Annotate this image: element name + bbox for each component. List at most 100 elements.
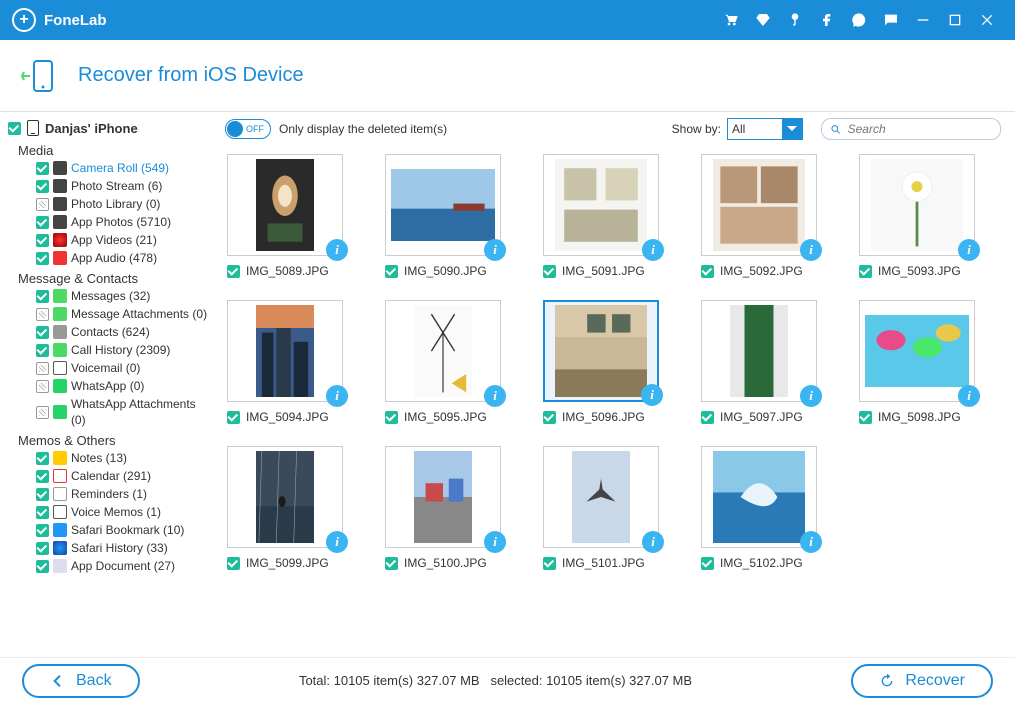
thumbnail-scroll[interactable]: iIMG_5089.JPGiIMG_5090.JPGiIMG_5091.JPGi… xyxy=(215,144,1015,657)
sidebar-item[interactable]: Voice Memos (1) xyxy=(8,503,213,521)
search-input[interactable] xyxy=(848,122,992,136)
thumbnail[interactable]: iIMG_5101.JPG xyxy=(543,446,673,570)
sidebar-item-checkbox[interactable] xyxy=(36,406,49,419)
thumbnail[interactable]: iIMG_5098.JPG xyxy=(859,300,989,424)
back-button[interactable]: Back xyxy=(22,664,140,698)
sidebar-item-checkbox[interactable] xyxy=(36,216,49,229)
thumbnail[interactable]: iIMG_5096.JPG xyxy=(543,300,673,424)
sidebar-item-checkbox[interactable] xyxy=(36,344,49,357)
sidebar-item[interactable]: Camera Roll (549) xyxy=(8,159,213,177)
sidebar-item[interactable]: Safari History (33) xyxy=(8,539,213,557)
thumbnail[interactable]: iIMG_5095.JPG xyxy=(385,300,515,424)
info-icon[interactable]: i xyxy=(484,531,506,553)
sidebar-item[interactable]: WhatsApp Attachments (0) xyxy=(8,395,213,429)
sidebar-item[interactable]: Photo Stream (6) xyxy=(8,177,213,195)
sidebar-item[interactable]: App Audio (478) xyxy=(8,249,213,267)
thumbnail-frame[interactable]: i xyxy=(859,154,975,256)
device-row[interactable]: Danjas' iPhone xyxy=(8,117,213,139)
sidebar-item[interactable]: Notes (13) xyxy=(8,449,213,467)
info-icon[interactable]: i xyxy=(642,531,664,553)
thumbnail-frame[interactable]: i xyxy=(701,446,817,548)
thumbnail-checkbox[interactable] xyxy=(227,557,240,570)
feedback-icon[interactable] xyxy=(881,10,901,30)
thumbnail-frame[interactable]: i xyxy=(385,154,501,256)
sidebar-item[interactable]: App Photos (5710) xyxy=(8,213,213,231)
info-icon[interactable]: i xyxy=(484,385,506,407)
thumbnail-frame[interactable]: i xyxy=(227,446,343,548)
facebook-icon[interactable] xyxy=(817,10,837,30)
thumbnail-checkbox[interactable] xyxy=(859,265,872,278)
device-checkbox[interactable] xyxy=(8,122,21,135)
sidebar-item[interactable]: Photo Library (0) xyxy=(8,195,213,213)
sidebar-item[interactable]: Safari Bookmark (10) xyxy=(8,521,213,539)
sidebar-item-checkbox[interactable] xyxy=(36,560,49,573)
thumbnail-frame[interactable]: i xyxy=(701,300,817,402)
sidebar-item[interactable]: Contacts (624) xyxy=(8,323,213,341)
thumbnail[interactable]: iIMG_5102.JPG xyxy=(701,446,831,570)
thumbnail[interactable]: iIMG_5093.JPG xyxy=(859,154,989,278)
info-icon[interactable]: i xyxy=(326,531,348,553)
sidebar-item-checkbox[interactable] xyxy=(36,234,49,247)
thumbnail-checkbox[interactable] xyxy=(543,557,556,570)
deleted-only-toggle[interactable]: OFF xyxy=(225,119,271,139)
recover-button[interactable]: Recover xyxy=(851,664,993,698)
thumbnail[interactable]: iIMG_5094.JPG xyxy=(227,300,357,424)
thumbnail-frame[interactable]: i xyxy=(859,300,975,402)
sidebar-item-checkbox[interactable] xyxy=(36,180,49,193)
sidebar-item[interactable]: Messages (32) xyxy=(8,287,213,305)
sidebar-item-checkbox[interactable] xyxy=(36,380,49,393)
thumbnail-checkbox[interactable] xyxy=(543,411,556,424)
sidebar-item-checkbox[interactable] xyxy=(36,198,49,211)
sidebar-item-checkbox[interactable] xyxy=(36,326,49,339)
sidebar-item-checkbox[interactable] xyxy=(36,542,49,555)
sidebar-item[interactable]: Call History (2309) xyxy=(8,341,213,359)
sidebar-item[interactable]: Message Attachments (0) xyxy=(8,305,213,323)
thumbnail-checkbox[interactable] xyxy=(227,411,240,424)
thumbnail-frame[interactable]: i xyxy=(543,446,659,548)
sidebar-item[interactable]: App Videos (21) xyxy=(8,231,213,249)
key-icon[interactable] xyxy=(785,10,805,30)
sidebar-item-checkbox[interactable] xyxy=(36,362,49,375)
sidebar-item-checkbox[interactable] xyxy=(36,470,49,483)
info-icon[interactable]: i xyxy=(800,385,822,407)
thumbnail-frame[interactable]: i xyxy=(227,300,343,402)
sidebar-item-checkbox[interactable] xyxy=(36,524,49,537)
thumbnail[interactable]: iIMG_5089.JPG xyxy=(227,154,357,278)
thumbnail[interactable]: iIMG_5097.JPG xyxy=(701,300,831,424)
info-icon[interactable]: i xyxy=(800,531,822,553)
info-icon[interactable]: i xyxy=(326,239,348,261)
info-icon[interactable]: i xyxy=(642,239,664,261)
maximize-icon[interactable] xyxy=(945,10,965,30)
close-icon[interactable] xyxy=(977,10,997,30)
thumbnail-frame[interactable]: i xyxy=(543,300,659,402)
thumbnail-checkbox[interactable] xyxy=(701,265,714,278)
thumbnail-checkbox[interactable] xyxy=(701,557,714,570)
sidebar-item-checkbox[interactable] xyxy=(36,506,49,519)
sidebar-item-checkbox[interactable] xyxy=(36,308,49,321)
sidebar-item[interactable]: Voicemail (0) xyxy=(8,359,213,377)
sidebar-item-checkbox[interactable] xyxy=(36,290,49,303)
thumbnail[interactable]: iIMG_5090.JPG xyxy=(385,154,515,278)
thumbnail[interactable]: iIMG_5099.JPG xyxy=(227,446,357,570)
info-icon[interactable]: i xyxy=(958,239,980,261)
thumbnail-checkbox[interactable] xyxy=(385,557,398,570)
sidebar-item-checkbox[interactable] xyxy=(36,452,49,465)
info-icon[interactable]: i xyxy=(641,384,663,406)
info-icon[interactable]: i xyxy=(958,385,980,407)
info-icon[interactable]: i xyxy=(800,239,822,261)
thumbnail-checkbox[interactable] xyxy=(543,265,556,278)
thumbnail-checkbox[interactable] xyxy=(385,411,398,424)
thumbnail-frame[interactable]: i xyxy=(227,154,343,256)
sidebar-item[interactable]: Calendar (291) xyxy=(8,467,213,485)
thumbnail-frame[interactable]: i xyxy=(385,300,501,402)
thumbnail-checkbox[interactable] xyxy=(227,265,240,278)
thumbnail-frame[interactable]: i xyxy=(701,154,817,256)
sidebar-item-checkbox[interactable] xyxy=(36,252,49,265)
thumbnail-checkbox[interactable] xyxy=(385,265,398,278)
search-box[interactable] xyxy=(821,118,1001,140)
thumbnail-frame[interactable]: i xyxy=(385,446,501,548)
sidebar-item-checkbox[interactable] xyxy=(36,162,49,175)
thumbnail[interactable]: iIMG_5091.JPG xyxy=(543,154,673,278)
cart-icon[interactable] xyxy=(721,10,741,30)
thumbnail-checkbox[interactable] xyxy=(859,411,872,424)
